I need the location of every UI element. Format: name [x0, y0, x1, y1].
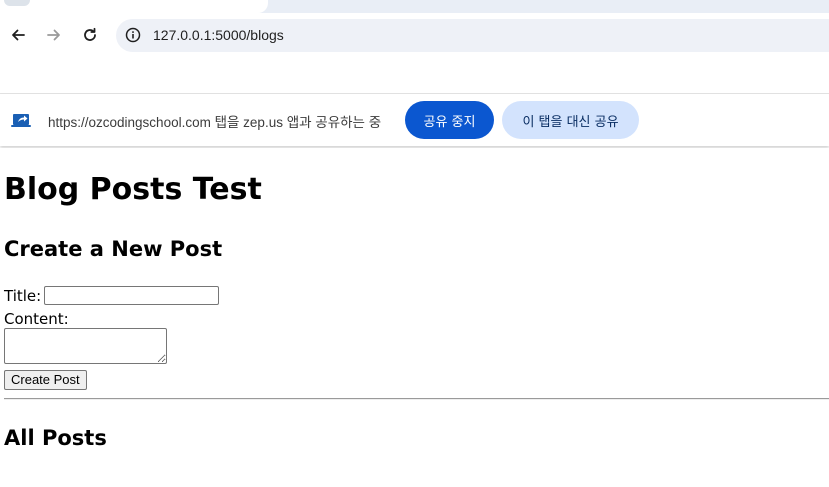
- title-input[interactable]: [44, 286, 219, 305]
- tab-sharing-infobar: https://ozcodingschool.com 탭을 zep.us 앱과 …: [0, 94, 829, 146]
- active-tab[interactable]: [0, 0, 268, 13]
- address-bar[interactable]: 127.0.0.1:5000/blogs: [116, 19, 829, 52]
- info-icon: [125, 27, 141, 43]
- tab-favicon-area: [4, 0, 30, 6]
- create-post-heading: Create a New Post: [4, 237, 223, 261]
- create-post-button[interactable]: Create Post: [4, 370, 87, 390]
- divider: [4, 398, 829, 400]
- back-button[interactable]: [6, 23, 30, 47]
- sharing-message: https://ozcodingschool.com 탭을 zep.us 앱과 …: [48, 115, 382, 130]
- content-textarea[interactable]: [4, 328, 167, 364]
- reload-button[interactable]: [78, 23, 102, 47]
- url-text[interactable]: 127.0.0.1:5000/blogs: [153, 27, 284, 43]
- toolbar-spacer: [0, 58, 829, 94]
- stop-sharing-button[interactable]: 공유 중지: [405, 101, 494, 139]
- all-posts-heading: All Posts: [4, 426, 107, 450]
- site-info-button[interactable]: [122, 24, 144, 46]
- page-content: Blog Posts Test Create a New Post Title:…: [0, 148, 829, 487]
- browser-toolbar: 127.0.0.1:5000/blogs: [0, 13, 829, 58]
- screen-share-icon: [11, 114, 31, 127]
- reload-icon: [84, 27, 96, 41]
- content-label: Content:: [4, 310, 69, 328]
- share-this-tab-instead-button[interactable]: 이 탭을 대신 공유: [502, 101, 639, 139]
- page-title: Blog Posts Test: [4, 172, 262, 207]
- forward-button[interactable]: [42, 23, 66, 47]
- arrow-right-icon: [47, 29, 60, 41]
- title-label: Title:: [4, 287, 42, 305]
- arrow-left-icon: [12, 29, 25, 41]
- tab-strip: [0, 0, 829, 13]
